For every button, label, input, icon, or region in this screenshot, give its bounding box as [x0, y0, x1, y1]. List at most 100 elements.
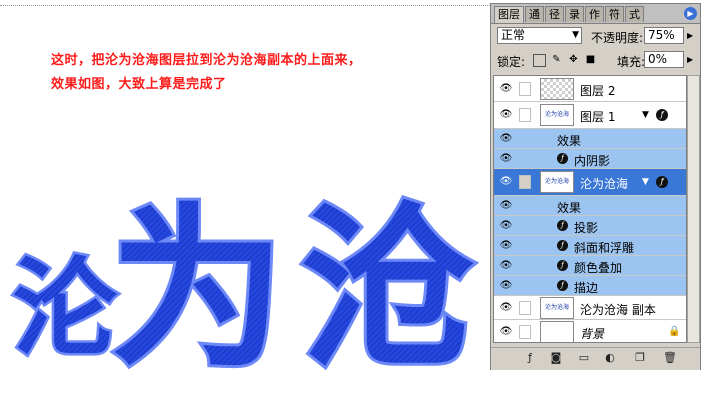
fill-slider-arrow-icon[interactable]: ▶: [687, 55, 693, 64]
lock-icon: 🔒: [668, 326, 681, 337]
eye-icon[interactable]: 👁: [497, 302, 515, 313]
effect-row-color-overlay[interactable]: 👁 ƒ 颜色叠加: [494, 256, 686, 276]
eye-icon[interactable]: 👁: [497, 326, 515, 337]
canvas-top-edge: [0, 5, 490, 6]
add-style-icon[interactable]: ƒ: [523, 351, 537, 365]
effects-header: 效果: [557, 201, 582, 215]
eye-icon[interactable]: 👁: [497, 133, 515, 144]
layer-row-copy[interactable]: 👁 沦为沧海 沦为沧海 副本: [494, 296, 686, 320]
layers-palette: 图层 通 径 录 作 符 式 ▶ 正常 ▼ 不透明度: 75% ▶ 锁定: ✎ …: [490, 3, 701, 370]
effect-icon: ƒ: [557, 260, 568, 271]
lock-move-icon[interactable]: ✥: [568, 54, 579, 65]
effects-toggle-icon[interactable]: ▼: [642, 110, 649, 120]
opacity-field[interactable]: 75%: [644, 27, 684, 44]
lock-label: 锁定:: [497, 55, 526, 69]
layer-thumbnail: 沦为沧海: [540, 104, 574, 126]
fill-field[interactable]: 0%: [644, 51, 684, 68]
tab-actions[interactable]: 作: [585, 6, 604, 22]
opacity-value: 75%: [648, 28, 675, 42]
fill-value: 0%: [648, 52, 668, 66]
layer-row-main-selected[interactable]: 👁 沦为沧海 沦为沧海 ▼ ƒ: [494, 169, 686, 196]
instruction-line-2: 效果如图，大致上算是完成了: [51, 77, 227, 92]
layer-row-layer2[interactable]: 👁 图层 2: [494, 76, 686, 102]
lock-all-icon[interactable]: ■: [585, 54, 596, 65]
eye-icon[interactable]: 👁: [497, 280, 515, 291]
lock-paint-brush-icon[interactable]: ✎: [551, 54, 562, 65]
layer-name: 沦为沧海 副本: [580, 303, 656, 317]
layer-list-scrollbar[interactable]: [687, 75, 700, 343]
tab-layers[interactable]: 图层: [494, 6, 524, 23]
palette-bottom-bar: ƒ ◙ ▭ ◐ ❐ 🗑: [491, 347, 700, 370]
eye-icon[interactable]: 👁: [497, 260, 515, 271]
eye-icon[interactable]: 👁: [497, 240, 515, 251]
effect-icon: ƒ: [557, 153, 568, 164]
tab-channels[interactable]: 通: [525, 6, 544, 22]
effect-row-drop-shadow[interactable]: 👁 ƒ 投影: [494, 216, 686, 236]
effects-header-row[interactable]: 👁 效果: [494, 129, 686, 149]
artwork-glyph-3: 沧: [300, 189, 475, 390]
effect-icon: ƒ: [557, 220, 568, 231]
new-set-icon[interactable]: ▭: [577, 351, 591, 365]
eye-icon[interactable]: 👁: [497, 109, 515, 120]
opacity-slider-arrow-icon[interactable]: ▶: [687, 31, 693, 40]
effects-toggle-icon[interactable]: ▼: [642, 177, 649, 187]
brush-link-icon[interactable]: [519, 175, 531, 189]
layer-name: 图层 2: [580, 84, 616, 98]
fx-icon: ƒ: [656, 176, 668, 188]
eye-icon[interactable]: 👁: [497, 220, 515, 231]
chevron-down-icon: ▼: [572, 30, 579, 40]
opacity-label: 不透明度:: [591, 31, 644, 45]
link-box[interactable]: [519, 325, 531, 339]
effect-name: 颜色叠加: [574, 261, 623, 275]
effect-icon: ƒ: [557, 280, 568, 291]
effect-icon: ƒ: [557, 240, 568, 251]
artwork-glyph-1: 沦: [12, 248, 118, 370]
layer-list: 👁 图层 2 👁 沦为沧海 图层 1 ▼ ƒ 👁 效果 👁 ƒ 内阴影 👁 沦为…: [493, 75, 687, 343]
eye-icon[interactable]: 👁: [497, 200, 515, 211]
layer-thumbnail: 沦为沧海: [540, 297, 574, 319]
blend-mode-select[interactable]: 正常 ▼: [497, 27, 582, 44]
effect-row-inner-shadow[interactable]: 👁 ƒ 内阴影: [494, 149, 686, 169]
blend-mode-value: 正常: [501, 28, 526, 42]
new-layer-icon[interactable]: ❐: [633, 351, 647, 365]
mask-icon[interactable]: ◙: [549, 351, 563, 365]
layer-thumbnail: [540, 321, 574, 342]
lock-transparency-icon[interactable]: [533, 54, 546, 67]
tab-history[interactable]: 录: [565, 6, 584, 22]
effects-header-row-2[interactable]: 👁 效果: [494, 196, 686, 216]
trash-icon[interactable]: 🗑: [663, 351, 677, 365]
effect-row-bevel[interactable]: 👁 ƒ 斜面和浮雕: [494, 236, 686, 256]
effect-name: 内阴影: [574, 154, 611, 168]
layer-thumbnail: 沦为沧海: [540, 171, 574, 193]
link-box[interactable]: [519, 301, 531, 315]
eye-icon[interactable]: 👁: [497, 83, 515, 94]
effect-name: 投影: [574, 221, 599, 235]
tab-paths[interactable]: 径: [545, 6, 564, 22]
layer-thumbnail: [540, 78, 574, 100]
text-artwork: 沦 为 沧: [10, 186, 479, 390]
palette-menu-icon[interactable]: ▶: [684, 7, 697, 20]
effect-row-stroke[interactable]: 👁 ƒ 描边: [494, 276, 686, 296]
blend-row: 正常 ▼ 不透明度: 75% ▶: [491, 25, 700, 47]
fx-icon: ƒ: [656, 109, 668, 121]
link-box[interactable]: [519, 82, 531, 96]
effect-name: 描边: [574, 281, 599, 295]
lock-row: 锁定: ✎ ✥ ■ 填充: 0% ▶: [491, 49, 700, 71]
document-canvas[interactable]: 这时，把沦为沧海图层拉到沦为沧海副本的上面来， 效果如图，大致上算是完成了 沦 …: [0, 0, 490, 407]
layer-row-layer1[interactable]: 👁 沦为沧海 图层 1 ▼ ƒ: [494, 102, 686, 129]
fill-label: 填充:: [617, 55, 646, 69]
tab-styles[interactable]: 式: [625, 6, 644, 22]
layer-name: 背景: [580, 327, 605, 341]
layer-name: 图层 1: [580, 110, 616, 124]
artwork-glyph-2: 为: [110, 189, 285, 390]
tab-characters[interactable]: 符: [605, 6, 624, 22]
layer-row-background[interactable]: 👁 背景 🔒: [494, 320, 686, 342]
palette-tabs: 图层 通 径 录 作 符 式 ▶: [491, 4, 700, 24]
effect-name: 斜面和浮雕: [574, 241, 635, 255]
layer-name: 沦为沧海: [580, 177, 629, 191]
adjustment-icon[interactable]: ◐: [603, 351, 617, 365]
effects-header: 效果: [557, 134, 582, 148]
eye-icon[interactable]: 👁: [497, 176, 515, 187]
link-box[interactable]: [519, 108, 531, 122]
eye-icon[interactable]: 👁: [497, 153, 515, 164]
